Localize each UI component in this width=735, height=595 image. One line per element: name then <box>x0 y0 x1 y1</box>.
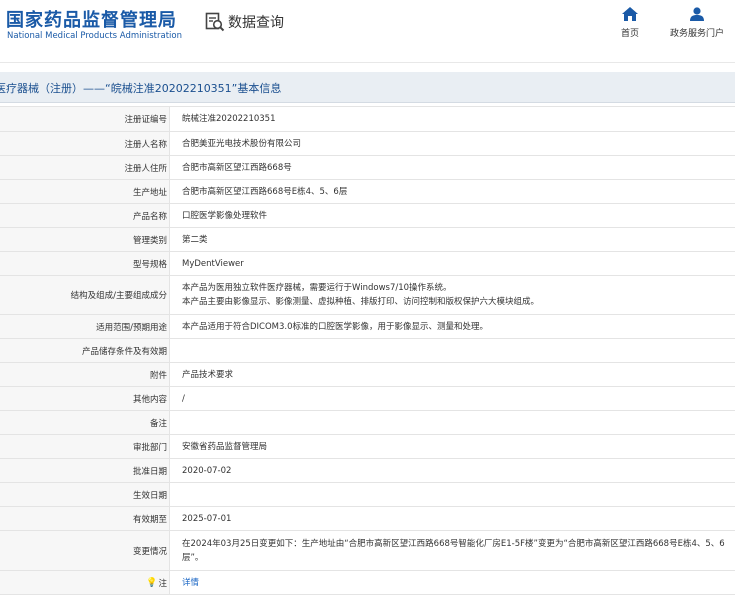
row-value: 第二类 <box>182 234 208 245</box>
table-row-note: 💡 注 详情 <box>0 571 735 595</box>
row-value: MyDentViewer <box>182 258 244 269</box>
row-label: 注册证编号 <box>0 107 170 131</box>
row-label: 💡 注 <box>0 571 170 594</box>
details-link[interactable]: 详情 <box>170 572 735 594</box>
row-value <box>170 347 735 355</box>
row-label: 注册人住所 <box>0 156 170 179</box>
row-value <box>170 419 735 427</box>
row-label: 产品储存条件及有效期 <box>0 339 170 362</box>
table-row: 生效日期 <box>0 483 735 507</box>
record-title: 医疗器械（注册）——“皖械注准20202210351”基本信息 <box>0 82 282 95</box>
row-label: 型号规格 <box>0 252 170 275</box>
record-title-bar: 医疗器械（注册）——“皖械注准20202210351”基本信息 <box>0 72 735 103</box>
row-label: 结构及组成/主要组成成分 <box>0 276 170 314</box>
row-value: 在2024年03月25日变更如下：生产地址由“合肥市高新区望江西路668号智能化… <box>182 538 725 563</box>
row-label: 产品名称 <box>0 204 170 227</box>
row-label: 有效期至 <box>0 507 170 530</box>
data-query-icon <box>205 12 225 32</box>
row-label: 审批部门 <box>0 435 170 458</box>
row-value: 皖械注准20202210351 <box>182 114 276 124</box>
row-value: 2020-07-02 <box>182 465 232 476</box>
note-label: 注 <box>158 578 167 589</box>
table-row: 注册人名称 合肥美亚光电技术股份有限公司 <box>0 132 735 156</box>
table-row: 变更情况 在2024年03月25日变更如下：生产地址由“合肥市高新区望江西路66… <box>0 531 735 571</box>
row-value: 安徽省药品监督管理局 <box>182 441 268 452</box>
table-row: 管理类别 第二类 <box>0 228 735 252</box>
table-row: 注册证编号 皖械注准20202210351 <box>0 107 735 132</box>
table-row: 结构及组成/主要组成成分 本产品为医用独立软件医疗器械，需要运行于Windows… <box>0 276 735 315</box>
table-row: 产品储存条件及有效期 <box>0 339 735 363</box>
nav-service-portal[interactable]: 政务服务门户 <box>665 7 729 39</box>
row-value: 本产品适用于符合DICOM3.0标准的口腔医学影像，用于影像显示、测量和处理。 <box>182 321 489 332</box>
row-value: 本产品为医用独立软件医疗器械，需要运行于Windows7/10操作系统。 本产品… <box>182 283 540 307</box>
site-logo[interactable]: 国家药品监督管理局 <box>6 6 177 32</box>
row-value: 合肥美亚光电技术股份有限公司 <box>182 138 302 149</box>
nav-home[interactable]: 首页 <box>614 7 646 39</box>
table-row: 有效期至 2025-07-01 <box>0 507 735 531</box>
nav-service-portal-label: 政务服务门户 <box>669 29 724 39</box>
site-header: 国家药品监督管理局 National Medical Products Admi… <box>0 0 735 63</box>
bulb-icon: 💡 <box>146 577 158 588</box>
row-value: 2025-07-01 <box>182 513 232 524</box>
table-row: 批准日期 2020-07-02 <box>0 459 735 483</box>
user-icon <box>690 7 704 21</box>
table-row: 适用范围/预期用途 本产品适用于符合DICOM3.0标准的口腔医学影像，用于影像… <box>0 315 735 339</box>
data-query-label: 数据查询 <box>228 15 284 31</box>
table-row: 注册人住所 合肥市高新区望江西路668号 <box>0 156 735 180</box>
row-value: 产品技术要求 <box>182 369 234 380</box>
table-row: 备注 <box>0 411 735 435</box>
row-label: 其他内容 <box>0 387 170 410</box>
row-label: 附件 <box>0 363 170 386</box>
row-label: 适用范围/预期用途 <box>0 315 170 338</box>
row-value: 合肥市高新区望江西路668号E栋4、5、6层 <box>182 186 348 197</box>
table-row: 生产地址 合肥市高新区望江西路668号E栋4、5、6层 <box>0 180 735 204</box>
data-query-section[interactable]: 数据查询 <box>205 11 284 33</box>
row-label: 备注 <box>0 411 170 434</box>
nav-home-label: 首页 <box>620 29 639 39</box>
row-label: 生效日期 <box>0 483 170 506</box>
row-value: 口腔医学影像处理软件 <box>182 210 268 221</box>
table-row: 产品名称 口腔医学影像处理软件 <box>0 204 735 228</box>
row-value <box>170 491 735 499</box>
row-label: 生产地址 <box>0 180 170 203</box>
table-row: 其他内容 / <box>0 387 735 411</box>
home-icon <box>622 7 638 21</box>
table-row: 附件 产品技术要求 <box>0 363 735 387</box>
row-label: 管理类别 <box>0 228 170 251</box>
row-value: 合肥市高新区望江西路668号 <box>182 162 292 173</box>
site-logo-english: National Medical Products Administration <box>7 31 182 41</box>
table-row: 型号规格 MyDentViewer <box>0 252 735 276</box>
row-label: 变更情况 <box>0 531 170 570</box>
table-row: 审批部门 安徽省药品监督管理局 <box>0 435 735 459</box>
row-label: 批准日期 <box>0 459 170 482</box>
detail-table: 注册证编号 皖械注准20202210351 注册人名称 合肥美亚光电技术股份有限… <box>0 106 735 595</box>
row-value: / <box>182 393 185 404</box>
row-label: 注册人名称 <box>0 132 170 155</box>
